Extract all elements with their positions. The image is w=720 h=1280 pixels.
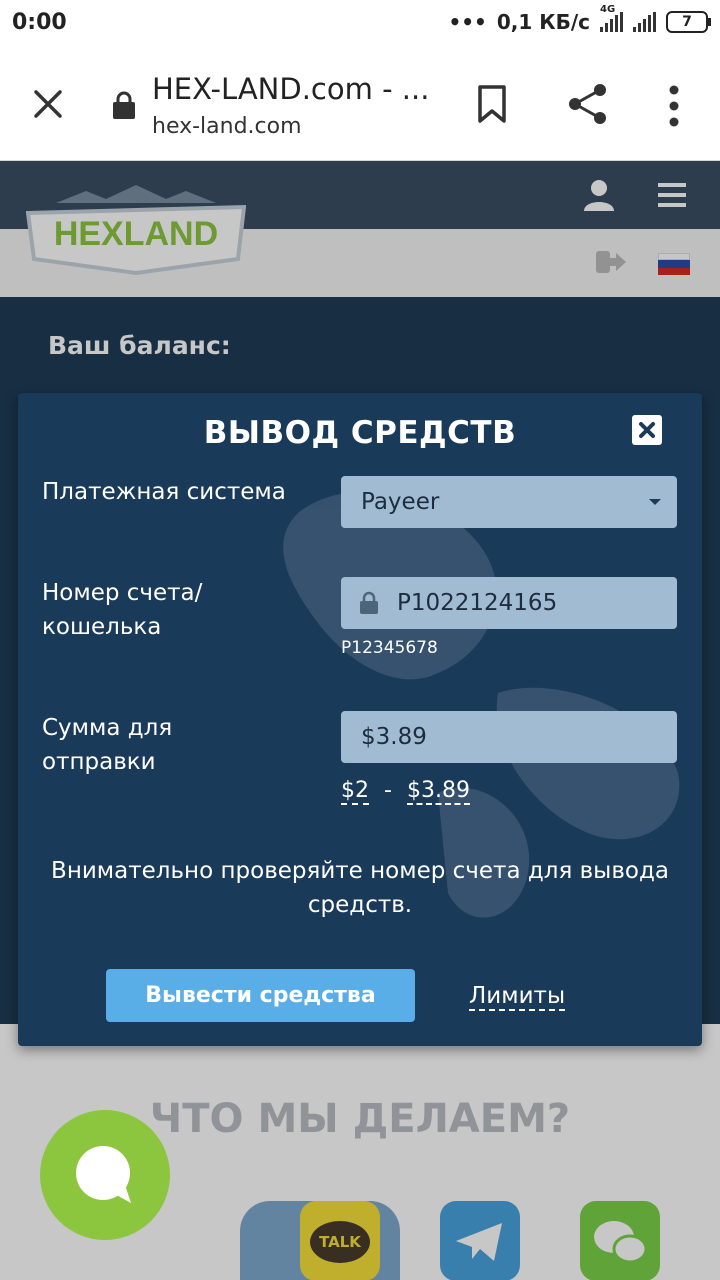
lock-icon[interactable] [112,90,136,120]
amount-label: Сумма для отправки [42,711,172,779]
browser-toolbar: HEX-LAND.com - ... hex-land.com [0,48,720,161]
more-vert-icon[interactable] [664,84,684,128]
url-text[interactable]: hex-land.com [152,114,302,139]
warning-notice: Внимательно проверяйте номер счета для в… [51,858,669,918]
payment-system-select[interactable]: Payeer [341,476,677,528]
dropdown-caret-icon [649,499,661,505]
dots-icon: ••• [448,10,487,34]
amount-field[interactable]: $3.89 [341,711,677,763]
limits-link[interactable]: Лимиты [469,983,566,1011]
account-label-line2: кошелька [42,614,162,640]
close-modal-button[interactable] [632,415,662,445]
account-number-value: P1022124165 [397,590,558,616]
signal-4g-icon: 4G [600,4,623,32]
range-separator: - [384,778,392,803]
account-label: Номер счета/ кошелька [42,576,202,644]
amount-label-line2: отправки [42,749,156,775]
bookmark-icon[interactable] [474,84,510,124]
chat-button[interactable] [40,1110,170,1240]
close-icon[interactable] [30,86,66,122]
payment-system-label: Платежная система [42,479,286,505]
close-icon [639,422,655,438]
withdraw-button[interactable]: Вывести средства [106,969,415,1022]
account-label-line1: Номер счета/ [42,580,203,606]
modal-title: ВЫВОД СРЕДСТВ [203,415,517,451]
battery-level: 7 [682,14,692,30]
signal-icon [633,12,656,32]
share-icon[interactable] [566,82,610,126]
payment-system-value: Payeer [361,489,440,515]
page-title[interactable]: HEX-LAND.com - ... [152,72,429,106]
account-hint: P12345678 [341,638,438,658]
net-speed: 0,1 КБ/с [496,10,590,34]
amount-range: $2 - $3.89 [341,778,470,805]
chat-bubble-icon [76,1146,131,1203]
status-time: 0:00 [12,10,67,35]
withdraw-modal: ВЫВОД СРЕДСТВ Платежная система Payeer Н… [18,393,702,1046]
status-bar: 0:00 ••• 0,1 КБ/с 4G 7 [0,0,720,48]
network-type: 4G [600,4,616,15]
max-amount-link[interactable]: $3.89 [406,778,470,805]
battery-icon: 7 [666,11,711,33]
account-number-field[interactable]: P1022124165 [341,577,677,629]
amount-value: $3.89 [361,724,427,750]
status-indicators: ••• 0,1 КБ/с 4G 7 [448,4,711,34]
lock-icon [360,591,378,614]
amount-label-line1: Сумма для [42,715,173,741]
min-amount-link[interactable]: $2 [341,778,369,805]
